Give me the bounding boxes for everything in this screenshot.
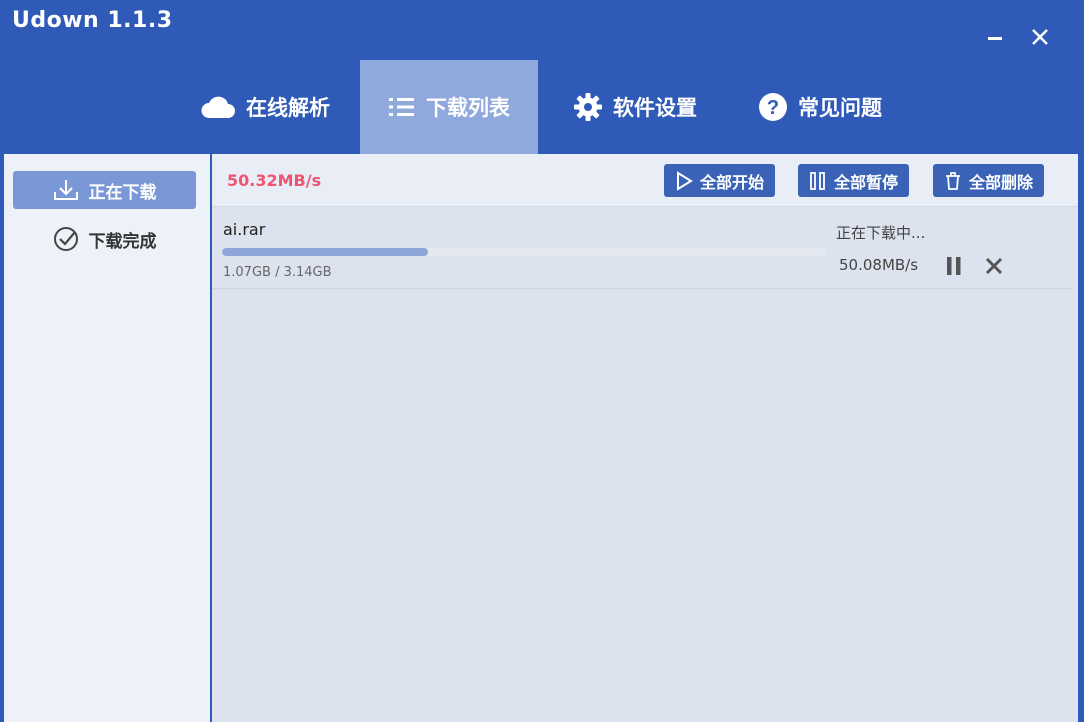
button-label: 全部开始 [699,172,764,192]
progress-bar [222,248,827,256]
trash-icon [944,171,962,191]
tab-label: 下载列表 [426,96,510,120]
tab-label: 软件设置 [613,96,697,120]
sidebar-item-label: 下载完成 [88,231,157,252]
minimize-button[interactable] [980,22,1010,52]
button-label: 全部删除 [968,172,1033,192]
tab-label: 在线解析 [246,96,330,120]
sidebar: 正在下载 下载完成 [4,154,210,722]
play-icon [675,170,693,191]
total-speed: 50.32MB/s [227,171,322,190]
app-title: Udown 1.1.3 [12,8,173,33]
tab-download-list[interactable]: 下载列表 [360,60,538,154]
svg-text:?: ? [767,97,779,119]
close-icon [1032,29,1048,45]
sidebar-item-downloading[interactable]: 正在下载 [13,171,196,209]
cloud-icon [200,94,236,120]
size-text: 1.07GB / 3.14GB [223,265,332,280]
start-all-button[interactable]: 全部开始 [664,164,775,197]
sidebar-item-label: 正在下载 [88,182,157,203]
pause-icon [809,171,827,191]
main-tabs: 在线解析 下载列表 软件设置 ? 常见问题 [0,60,1084,154]
minimize-icon [988,37,1002,40]
delete-all-button[interactable]: 全部删除 [933,164,1044,197]
download-status: 正在下载中... [836,224,926,242]
tab-faq[interactable]: ? 常见问题 [745,60,895,154]
pause-icon [947,257,961,275]
app-window: Udown 1.1.3 在线解析 下载列表 软件设置 ? 常见问题 正在下载 下… [0,0,1084,722]
tab-label: 常见问题 [798,96,882,120]
download-icon [53,178,79,202]
download-row: ai.rar 1.07GB / 3.14GB 正在下载中... 50.08MB/… [212,208,1072,289]
check-circle-icon [53,226,79,252]
pause-download-button[interactable] [940,252,968,280]
question-icon: ? [758,92,788,122]
file-name: ai.rar [223,220,266,239]
cancel-download-button[interactable] [980,252,1008,280]
sidebar-item-completed[interactable]: 下载完成 [13,220,196,258]
tab-settings[interactable]: 软件设置 [560,60,710,154]
close-button[interactable] [1025,22,1055,52]
progress-fill [222,248,428,256]
button-label: 全部暂停 [833,172,898,192]
toolbar: 50.32MB/s 全部开始 全部暂停 全部删除 [212,154,1078,207]
gear-icon [573,92,603,122]
close-icon [985,257,1003,275]
download-panel: 50.32MB/s 全部开始 全部暂停 全部删除 ai.rar 1.07GB /… [212,154,1078,722]
tab-online-parse[interactable]: 在线解析 [190,60,340,154]
download-speed: 50.08MB/s [839,256,919,274]
pause-all-button[interactable]: 全部暂停 [798,164,909,197]
list-icon [388,95,416,119]
